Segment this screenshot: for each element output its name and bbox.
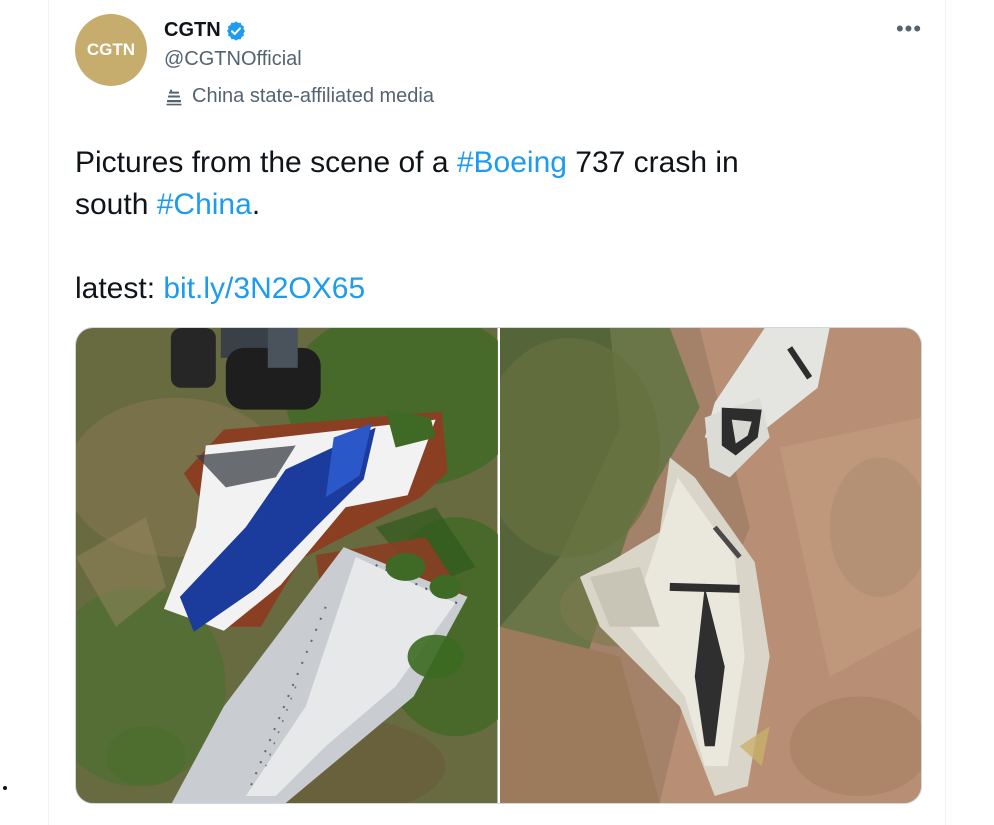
latest-label: latest: [75, 272, 164, 305]
more-options-button[interactable]: ••• [889, 14, 929, 44]
state-media-label[interactable]: China state-affiliated media [164, 85, 434, 108]
media-grid [75, 327, 922, 804]
tweet-line-2: south #China. [75, 184, 895, 226]
text-segment: . [251, 188, 261, 221]
tweet-line-3: latest: bit.ly/3N2OX65 [75, 268, 895, 310]
crash-debris-photo-1[interactable] [76, 328, 498, 803]
author-name-row: CGTN [164, 19, 247, 42]
debris-photo-illustration [499, 328, 921, 803]
crash-debris-photo-2[interactable] [499, 328, 921, 803]
page: CGTN CGTN @CGTNOfficial China state-affi… [0, 0, 994, 825]
text-segment: south [75, 188, 157, 221]
tweet-line-1: Pictures from the scene of a #Boeing 737… [75, 142, 895, 184]
debris-photo-illustration [76, 328, 498, 803]
hashtag-china-link[interactable]: #China [157, 188, 252, 221]
more-horizontal-icon: ••• [895, 16, 923, 41]
avatar[interactable]: CGTN [75, 14, 147, 86]
text-segment: Pictures from the scene of a [75, 146, 457, 179]
stray-dot [3, 786, 7, 790]
hashtag-boeing-link[interactable]: #Boeing [457, 146, 567, 179]
text-segment: 737 crash in [566, 146, 739, 179]
state-media-text: China state-affiliated media [192, 85, 434, 107]
handle[interactable]: @CGTNOfficial [164, 48, 302, 71]
short-link[interactable]: bit.ly/3N2OX65 [163, 272, 365, 305]
tweet-card[interactable]: CGTN CGTN @CGTNOfficial China state-affi… [48, 0, 946, 825]
avatar-text: CGTN [86, 40, 136, 59]
verified-badge-icon [225, 20, 247, 42]
tweet-text: Pictures from the scene of a #Boeing 737… [75, 142, 895, 310]
state-media-icon [164, 87, 184, 107]
display-name[interactable]: CGTN [164, 19, 221, 42]
